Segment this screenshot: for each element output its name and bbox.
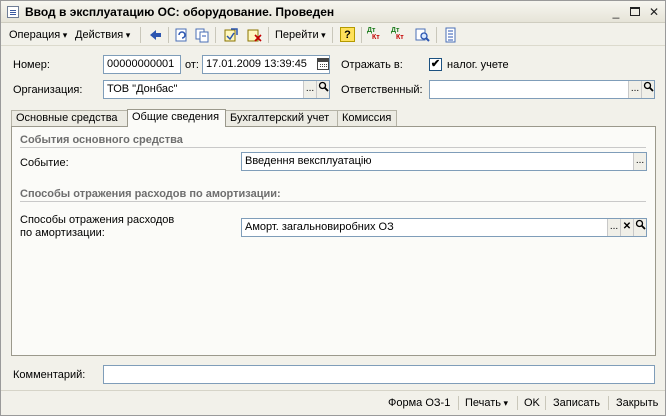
toolbar: Операция Действия Перейти ? Дт Кт Дт [1, 24, 665, 46]
organization-label: Организация: [13, 84, 83, 96]
toolbar-separator [361, 27, 362, 43]
tax-accounting-label: налог. учете [447, 59, 509, 71]
events-group-title: События основного средства [20, 134, 183, 146]
print-menu-button[interactable]: Печать [465, 395, 508, 411]
organization-field[interactable]: ТОВ "Донбас" ... [103, 80, 330, 99]
responsible-label: Ответственный: [341, 84, 423, 96]
toolbar-separator [332, 27, 333, 43]
kt-label: Кт [372, 34, 380, 41]
tab-accounting[interactable]: Бухгалтерский учет [225, 110, 338, 126]
toolbar-separator [168, 27, 169, 43]
amortization-select-button[interactable]: ... [607, 219, 620, 236]
bottom-divider [1, 390, 665, 391]
amortization-open-button[interactable] [633, 219, 646, 236]
post-doc-icon[interactable] [223, 27, 240, 43]
goto-menu[interactable]: Перейти [275, 27, 326, 43]
amortization-label-line1: Способы отражения расходов [20, 214, 175, 226]
date-field[interactable]: 17.01.2009 13:39:45 [202, 55, 330, 74]
toolbar-separator [215, 27, 216, 43]
dt-kt-n-icon[interactable]: Дт Кт [391, 27, 409, 43]
comment-label: Комментарий: [13, 369, 86, 381]
number-label: Номер: [13, 59, 50, 71]
refresh-doc-icon[interactable] [173, 27, 190, 43]
toolbar-separator [436, 27, 437, 43]
copy-doc-icon[interactable] [194, 27, 211, 43]
responsible-select-button[interactable]: ... [628, 81, 641, 98]
toolbar-separator [140, 27, 141, 43]
maximize-button[interactable] [628, 5, 642, 19]
organization-open-button[interactable] [316, 81, 329, 98]
magnifier-icon [635, 219, 646, 230]
magnifier-icon [643, 81, 654, 92]
back-arrow-icon[interactable] [147, 27, 164, 43]
help-icon[interactable]: ? [340, 27, 355, 42]
dt-label: Дт [367, 27, 376, 34]
tab-fixed-assets[interactable]: Основные средства [11, 110, 128, 126]
amortization-group-title: Способы отражения расходов по амортизаци… [20, 188, 281, 200]
tax-accounting-checkbox[interactable]: ✔ [429, 58, 442, 71]
group-divider [20, 147, 646, 148]
minimize-button[interactable]: _ [609, 5, 623, 19]
comment-field[interactable] [103, 365, 655, 384]
general-info-panel: События основного средства Событие: Введ… [11, 126, 656, 356]
date-label: от: [185, 59, 199, 71]
close-window-button[interactable]: ✕ [647, 5, 661, 19]
window-title: Ввод в эксплуатацию ОС: оборудование. Пр… [25, 5, 335, 19]
maximize-icon [630, 7, 640, 16]
tab-general-info[interactable]: Общие сведения [127, 109, 226, 127]
responsible-field[interactable]: ... [429, 80, 655, 99]
structure-list-icon[interactable] [442, 27, 459, 43]
close-button[interactable]: Закрыть [616, 395, 658, 411]
event-field[interactable]: Введення вексплуатацію ... [241, 152, 647, 171]
unpost-doc-icon[interactable] [246, 27, 263, 43]
organization-value: ТОВ "Донбас" [107, 83, 178, 95]
tab-commission[interactable]: Комиссия [337, 110, 397, 126]
bottom-separator [517, 396, 518, 410]
amortization-label-line2: по амортизации: [20, 227, 105, 239]
group-divider [20, 201, 646, 202]
form-oz1-button[interactable]: Форма ОЗ-1 [388, 395, 450, 411]
amortization-clear-button[interactable]: ✕ [620, 219, 633, 236]
operation-menu[interactable]: Операция [9, 27, 67, 43]
reflect-in-label: Отражать в: [341, 59, 403, 71]
title-bar[interactable]: Ввод в эксплуатацию ОС: оборудование. Пр… [1, 1, 665, 23]
bottom-separator [458, 396, 459, 410]
event-value: Введення вексплуатацію [245, 155, 372, 167]
event-label: Событие: [20, 157, 69, 169]
dtn-label: Дт [391, 27, 400, 34]
dt-kt-icon[interactable]: Дт Кт [367, 27, 385, 43]
preview-search-icon[interactable] [414, 27, 431, 43]
document-window: Ввод в эксплуатацию ОС: оборудование. Пр… [0, 0, 666, 416]
magnifier-icon [318, 81, 329, 92]
amortization-method-value: Аморт. загальновиробних ОЗ [245, 221, 394, 233]
event-select-button[interactable]: ... [633, 153, 646, 170]
date-value: 17.01.2009 13:39:45 [206, 58, 307, 70]
responsible-open-button[interactable] [641, 81, 654, 98]
bottom-separator [608, 396, 609, 410]
calendar-icon [317, 58, 329, 70]
calendar-button[interactable] [316, 56, 329, 73]
ok-button[interactable]: OK [524, 395, 540, 411]
amortization-method-field[interactable]: Аморт. загальновиробних ОЗ ... ✕ [241, 218, 647, 237]
organization-select-button[interactable]: ... [303, 81, 316, 98]
document-icon [7, 6, 19, 18]
save-button[interactable]: Записать [553, 395, 600, 411]
actions-menu[interactable]: Действия [75, 27, 130, 43]
bottom-separator [545, 396, 546, 410]
ktn-label: Кт [396, 34, 404, 41]
number-field[interactable]: 00000000001 [103, 55, 181, 74]
toolbar-separator [268, 27, 269, 43]
